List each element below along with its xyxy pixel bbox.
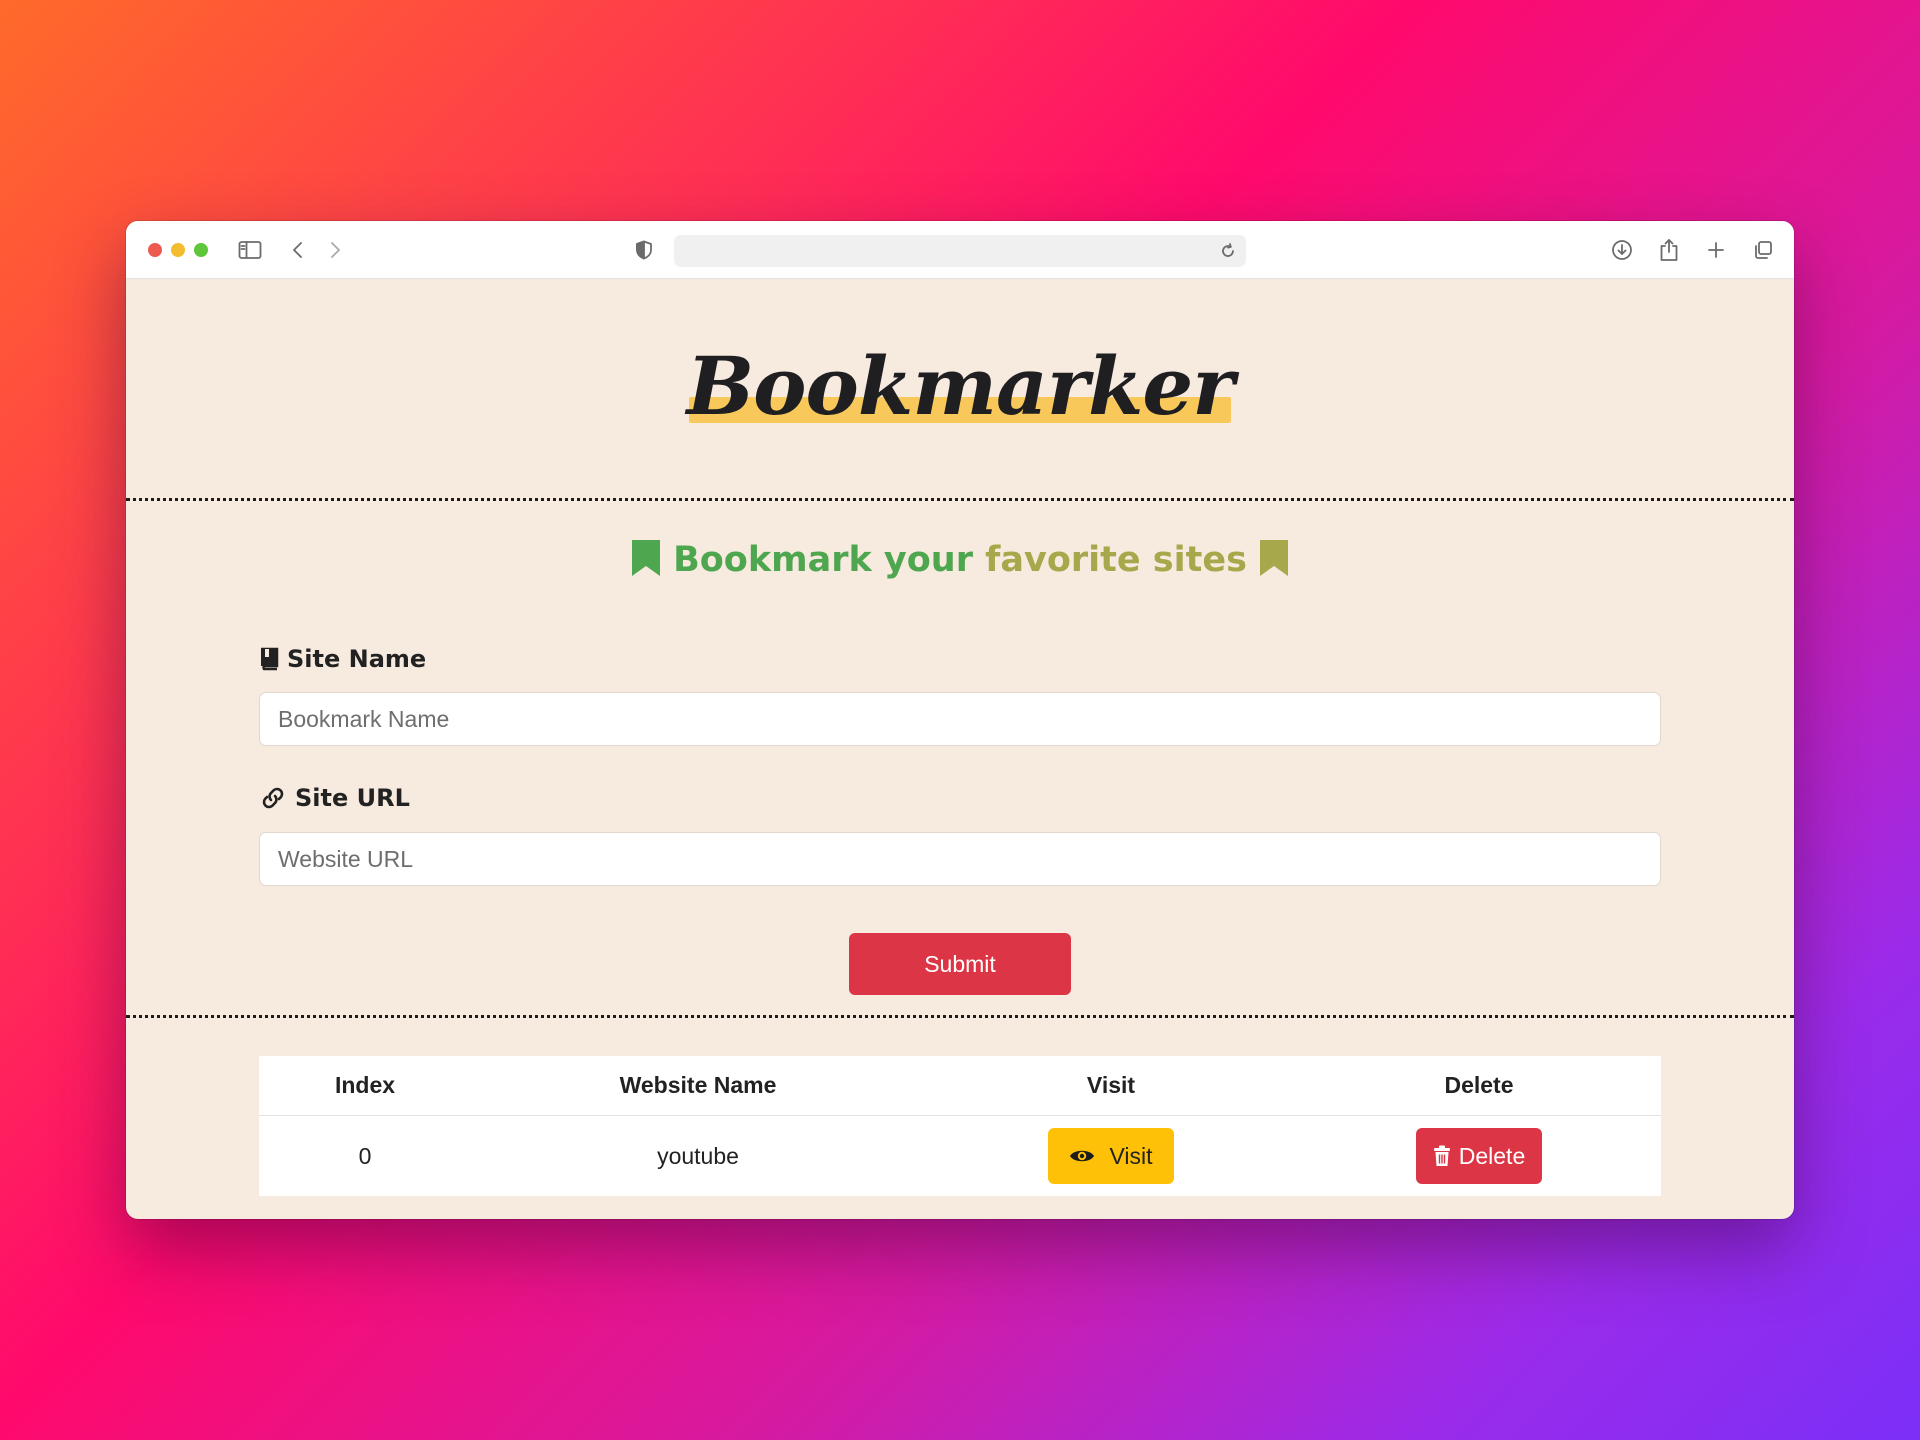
form-title-tail: favorite sites <box>985 540 1247 580</box>
section-divider <box>126 498 1794 501</box>
reload-icon[interactable] <box>1214 238 1242 264</box>
bookmarks-table: Index Website Name Visit Delete 0 youtub… <box>259 1056 1661 1196</box>
brand-header: Bookmarker <box>126 339 1794 433</box>
delete-button[interactable]: Delete <box>1416 1128 1542 1184</box>
column-header-delete: Delete <box>1444 1072 1514 1098</box>
tab-overview-icon[interactable] <box>1749 237 1777 263</box>
minimize-window-button[interactable] <box>171 243 185 257</box>
page-content: Bookmarker Bookmark your favorite sites … <box>126 279 1794 1219</box>
bookmark-icon <box>631 540 660 576</box>
column-header-website-name: Website Name <box>619 1072 777 1098</box>
address-bar[interactable] <box>674 235 1246 267</box>
new-tab-icon[interactable] <box>1702 237 1730 263</box>
site-url-label: Site URL <box>259 784 410 812</box>
download-icon[interactable] <box>1608 237 1636 263</box>
share-icon[interactable] <box>1655 237 1683 263</box>
close-window-button[interactable] <box>148 243 162 257</box>
row-website-name: youtube <box>657 1142 739 1169</box>
sidebar-toggle-icon[interactable] <box>236 237 264 263</box>
submit-button[interactable]: Submit <box>849 933 1071 995</box>
visit-button-label: Visit <box>1109 1142 1153 1169</box>
site-name-input[interactable] <box>259 692 1661 746</box>
brand-logo-text: Bookmarker <box>686 339 1235 433</box>
forward-icon[interactable] <box>321 237 349 263</box>
eye-icon <box>1070 1150 1095 1162</box>
column-header-visit: Visit <box>1086 1072 1136 1098</box>
table-row: 0 youtube Visit Delete <box>259 1116 1661 1196</box>
privacy-shield-icon[interactable] <box>630 237 658 263</box>
table-header-row: Index Website Name Visit Delete <box>259 1056 1661 1116</box>
site-name-label-text: Site Name <box>287 645 427 673</box>
form-title: Bookmark your favorite sites <box>126 539 1794 580</box>
column-header-index: Index <box>334 1072 396 1098</box>
visit-button[interactable]: Visit <box>1048 1128 1174 1184</box>
delete-button-label: Delete <box>1458 1142 1526 1169</box>
back-icon[interactable] <box>284 237 312 263</box>
book-icon <box>261 647 279 671</box>
section-divider <box>126 1015 1794 1018</box>
site-name-label: Site Name <box>259 645 426 673</box>
row-index: 0 <box>358 1142 372 1169</box>
trash-icon <box>1433 1145 1450 1166</box>
browser-toolbar <box>126 221 1794 279</box>
zoom-window-button[interactable] <box>194 243 208 257</box>
browser-window: Bookmarker Bookmark your favorite sites … <box>126 221 1794 1219</box>
site-url-label-text: Site URL <box>295 784 410 812</box>
form-title-main: Bookmark your <box>673 540 973 580</box>
bookmark-outline-icon <box>1260 540 1289 576</box>
link-icon <box>262 787 284 809</box>
site-url-input[interactable] <box>259 832 1661 886</box>
